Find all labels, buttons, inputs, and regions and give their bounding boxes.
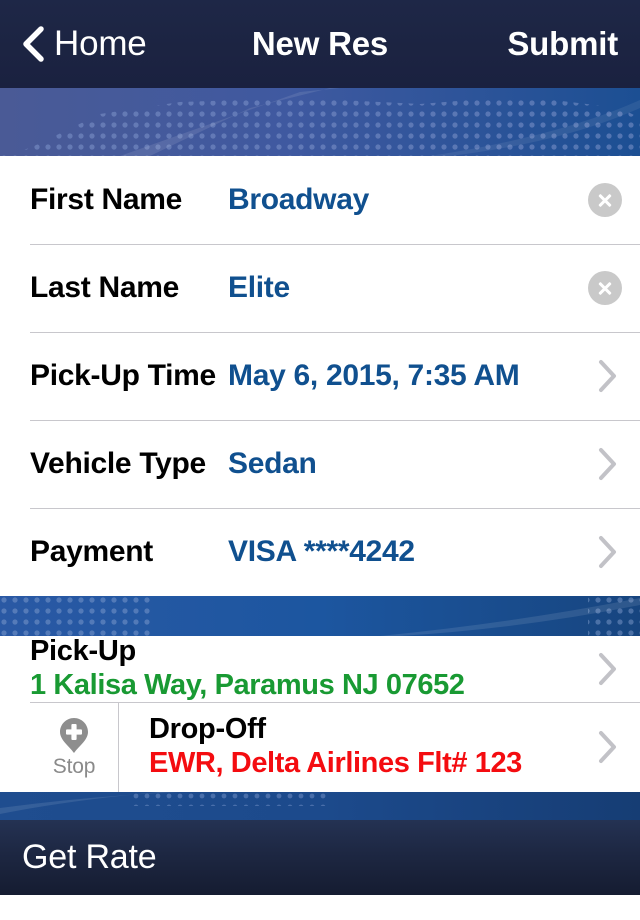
back-button[interactable]: Home (22, 24, 147, 64)
add-stop-button[interactable]: Stop (30, 702, 119, 792)
chevron-right-icon (598, 535, 618, 569)
map-pin-plus-icon (57, 716, 91, 754)
vehicle-type-label: Vehicle Type (30, 447, 206, 480)
back-button-label: Home (54, 24, 147, 63)
chevron-right-icon (598, 359, 618, 393)
chevron-right-icon (598, 447, 618, 481)
dropoff-address: EWR, Delta Airlines Flt# 123 (149, 746, 522, 779)
banner-background (0, 596, 640, 636)
dropoff-row[interactable]: Stop Drop-Off EWR, Delta Airlines Flt# 1… (0, 702, 640, 792)
last-name-value: Elite (228, 271, 290, 304)
pickup-address: 1 Kalisa Way, Paramus NJ 07652 (30, 668, 465, 701)
last-name-label: Last Name (30, 271, 180, 304)
banner-background (0, 88, 640, 156)
form-row-last-name[interactable]: Last Name Elite (0, 244, 640, 332)
form-row-vehicle-type[interactable]: Vehicle Type Sedan (0, 420, 640, 508)
pickup-row[interactable]: Pick-Up 1 Kalisa Way, Paramus NJ 07652 (0, 634, 640, 702)
add-stop-label: Stop (52, 754, 96, 778)
locations-card: Pick-Up 1 Kalisa Way, Paramus NJ 07652 S… (0, 634, 640, 792)
first-name-value: Broadway (228, 183, 369, 216)
clear-icon-last-name[interactable] (588, 271, 622, 305)
clear-icon-first-name[interactable] (588, 183, 622, 217)
form-row-payment[interactable]: Payment VISA ****4242 (0, 508, 640, 596)
navigation-bar: Home New Res Submit (0, 0, 640, 88)
banner-bottom (0, 792, 640, 820)
vehicle-type-value: Sedan (228, 447, 317, 480)
reservation-form: First Name Broadway Last Name Elite Pick… (0, 156, 640, 596)
form-row-pickup-time[interactable]: Pick-Up Time May 6, 2015, 7:35 AM (0, 332, 640, 420)
payment-label: Payment (30, 535, 153, 568)
banner-middle (0, 596, 640, 636)
get-rate-bar[interactable]: Get Rate (0, 820, 640, 895)
dropoff-title: Drop-Off (149, 712, 266, 745)
chevron-left-icon (22, 26, 44, 62)
first-name-label: First Name (30, 183, 183, 216)
pickup-title: Pick-Up (30, 634, 136, 667)
get-rate-label: Get Rate (22, 838, 157, 876)
chevron-right-icon (598, 702, 618, 792)
pickup-time-label: Pick-Up Time (30, 359, 216, 392)
pickup-text: Pick-Up 1 Kalisa Way, Paramus NJ 07652 (0, 634, 598, 702)
form-row-first-name[interactable]: First Name Broadway (0, 156, 640, 244)
banner-background (0, 792, 640, 820)
chevron-right-icon (598, 636, 618, 702)
payment-value: VISA ****4242 (228, 535, 415, 568)
dropoff-text: Drop-Off EWR, Delta Airlines Flt# 123 (119, 702, 598, 792)
pickup-time-value: May 6, 2015, 7:35 AM (228, 359, 520, 392)
submit-button[interactable]: Submit (507, 25, 618, 63)
banner-top (0, 88, 640, 156)
